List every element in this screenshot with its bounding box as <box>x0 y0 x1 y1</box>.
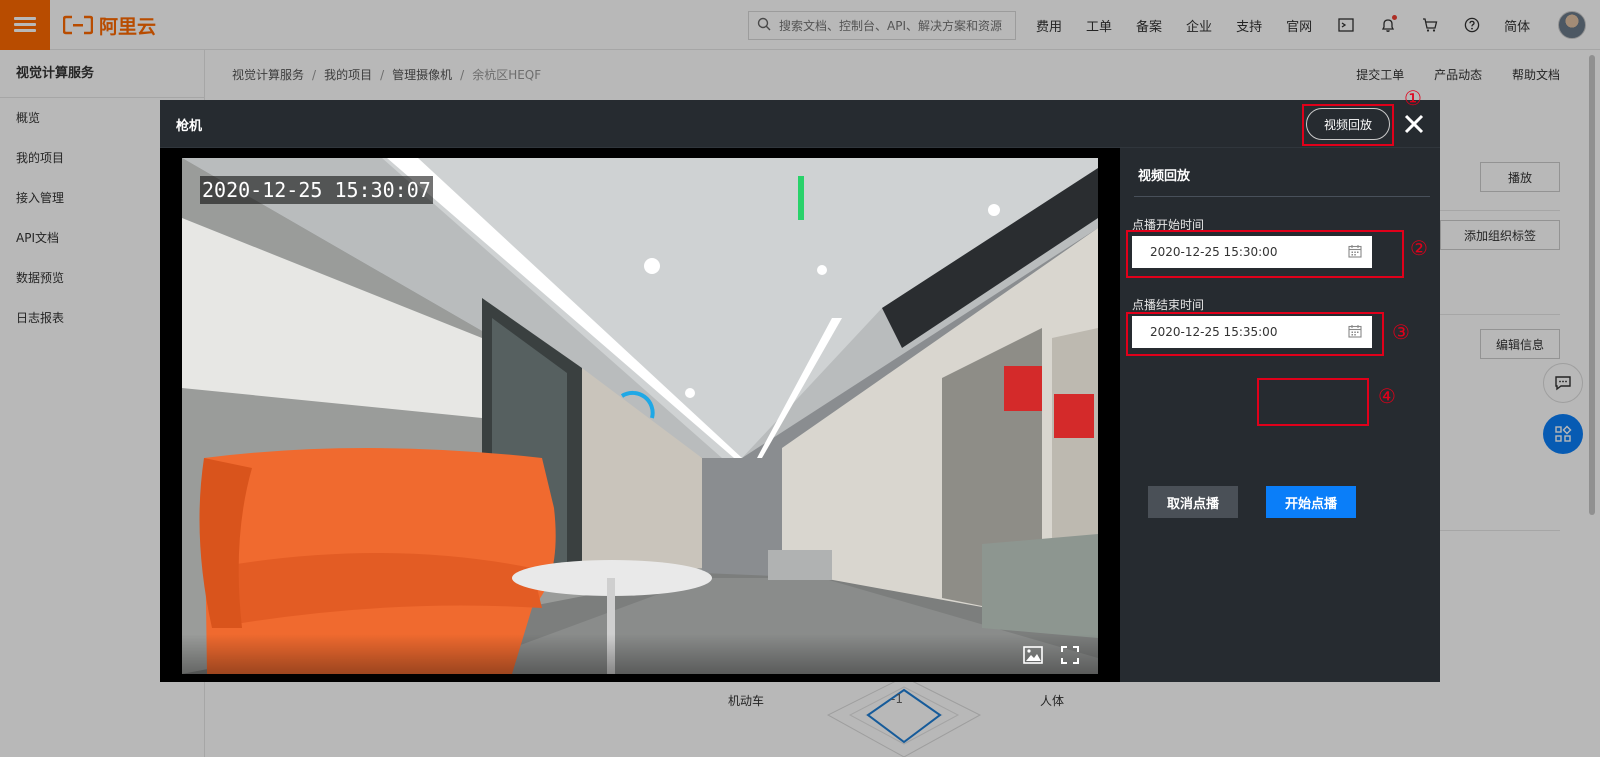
cancel-playback-button[interactable]: 取消点播 <box>1148 486 1238 518</box>
annotation-box-4 <box>1257 378 1369 426</box>
annotation-number-1: ① <box>1404 86 1422 110</box>
end-time-label: 点播结束时间 <box>1132 298 1205 312</box>
annotation-box-3 <box>1126 312 1384 356</box>
video-controls-bar <box>182 634 1098 674</box>
camera-video-frame[interactable]: 2020-12-25 15:30:07 <box>182 158 1098 674</box>
start-playback-button[interactable]: 开始点播 <box>1266 486 1356 518</box>
annotation-number-3: ③ <box>1392 320 1410 344</box>
modal-header: 枪机 视频回放 <box>160 100 1440 148</box>
camera-scene-image <box>182 158 1098 674</box>
playback-panel-title: 视频回放 <box>1138 169 1191 184</box>
camera-modal: 枪机 视频回放 2020-12-25 15:30:07 视频回放 点播开始时间 … <box>160 86 1440 682</box>
fullscreen-icon[interactable] <box>1059 644 1081 666</box>
annotation-box-1 <box>1302 104 1394 146</box>
video-timestamp: 2020-12-25 15:30:07 <box>200 176 433 204</box>
annotation-number-4: ④ <box>1378 384 1396 408</box>
modal-title: 枪机 <box>176 119 203 134</box>
annotation-box-2 <box>1126 230 1404 278</box>
video-area: 2020-12-25 15:30:07 <box>160 148 1120 682</box>
close-icon[interactable] <box>1402 112 1426 136</box>
snapshot-icon[interactable] <box>1022 644 1044 666</box>
annotation-number-2: ② <box>1410 236 1428 260</box>
